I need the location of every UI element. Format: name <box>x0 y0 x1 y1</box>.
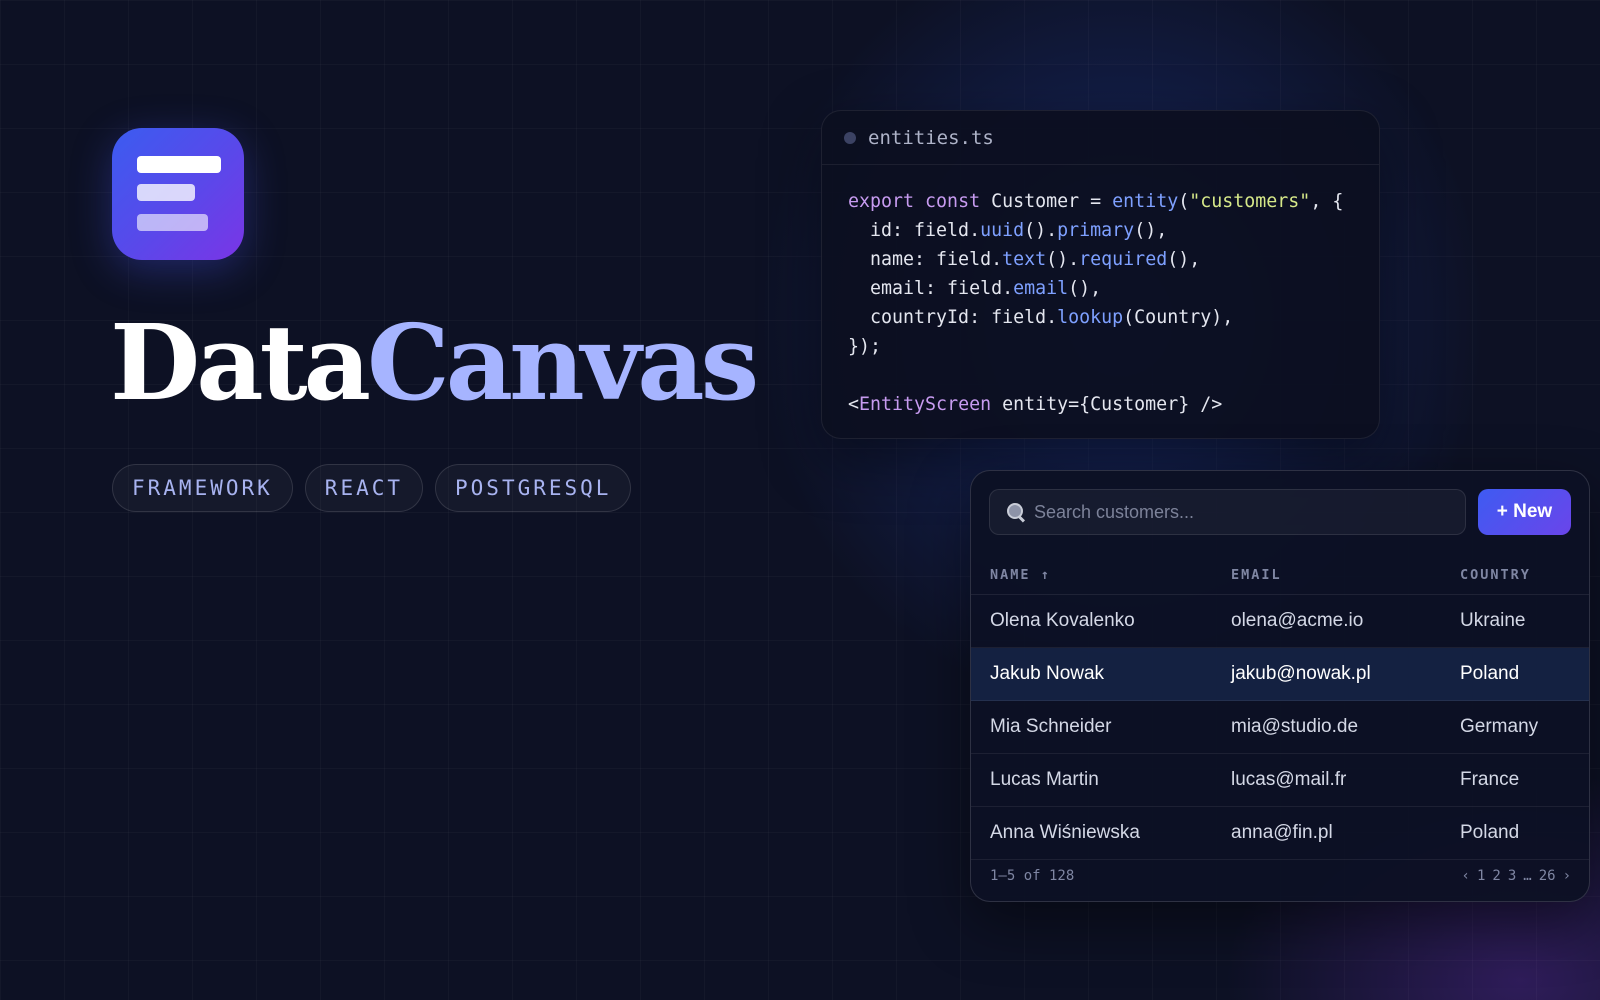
code-token: email <box>1013 278 1069 299</box>
logo-bar-top <box>137 156 221 173</box>
code-token: entity={Customer} /> <box>991 394 1223 415</box>
code-line: email: field.email(), <box>848 274 1353 303</box>
code-token: (), <box>1167 249 1201 270</box>
pagination-ellipsis: … <box>1523 868 1532 884</box>
page-3-link[interactable]: 3 <box>1508 868 1516 884</box>
column-header-email[interactable]: EMAIL <box>1231 567 1282 583</box>
table-header: NAME ↑ EMAIL COUNTRY <box>971 559 1589 595</box>
code-token: entity <box>1112 191 1179 212</box>
prev-page-icon[interactable]: ‹ <box>1462 868 1470 884</box>
table-body: Olena Kovalenko olena@acme.io Ukraine Ja… <box>971 595 1589 860</box>
code-line: export const Customer = entity("customer… <box>848 187 1353 216</box>
code-token: Customer = <box>991 191 1113 212</box>
app-logo <box>112 128 244 260</box>
table-row[interactable]: Lucas Martin lucas@mail.fr France <box>971 754 1589 807</box>
column-header-name[interactable]: NAME ↑ <box>990 567 1051 583</box>
code-editor-header: entities.ts <box>822 111 1379 165</box>
product-title: DataCanvas <box>110 308 759 417</box>
cell-country: France <box>1460 769 1520 790</box>
code-token: export <box>848 191 926 212</box>
code-line: }); <box>848 332 1353 361</box>
column-header-country[interactable]: COUNTRY <box>1460 567 1531 583</box>
tag-framework: FRAMEWORK <box>112 464 293 512</box>
code-token: (), <box>1068 278 1102 299</box>
title-part-data: Data <box>110 301 371 424</box>
code-line: countryId: field.lookup(Country), <box>848 303 1353 332</box>
table-row[interactable]: Olena Kovalenko olena@acme.io Ukraine <box>971 595 1589 648</box>
cell-name: Jakub Nowak <box>990 663 1105 684</box>
code-token: (), <box>1134 220 1168 241</box>
code-token: EntityScreen <box>859 394 992 415</box>
code-token: required <box>1079 249 1168 270</box>
table-row[interactable]: Jakub Nowak jakub@nowak.pl Poland <box>971 648 1589 701</box>
code-token: countryId: field. <box>848 307 1058 328</box>
code-editor-card: entities.ts export const Customer = enti… <box>821 110 1380 439</box>
table-footer: 1–5 of 128 ‹ 1 2 3 … 26 › <box>971 860 1589 901</box>
customer-table-card: + New NAME ↑ EMAIL COUNTRY Olena Kovalen… <box>970 470 1590 902</box>
dot-icon <box>844 131 856 144</box>
code-token: lookup <box>1057 307 1124 328</box>
cell-email: lucas@mail.fr <box>1231 769 1347 790</box>
table-row[interactable]: Mia Schneider mia@studio.de Germany <box>971 701 1589 754</box>
code-token: uuid <box>980 220 1025 241</box>
cell-email: mia@studio.de <box>1231 716 1359 737</box>
search-box[interactable] <box>989 489 1466 535</box>
tag-postgresql: POSTGRESQL <box>435 464 632 512</box>
code-token: < <box>848 394 860 415</box>
cell-name: Anna Wiśniewska <box>990 822 1140 843</box>
page-1-link[interactable]: 1 <box>1477 868 1485 884</box>
cell-country: Poland <box>1460 663 1520 684</box>
code-token: text <box>1002 249 1047 270</box>
code-token: ( <box>1178 191 1190 212</box>
code-token: email: field. <box>848 278 1014 299</box>
search-input[interactable] <box>1034 490 1465 534</box>
new-customer-button[interactable]: + New <box>1478 489 1571 535</box>
code-token: (). <box>1024 220 1058 241</box>
magnifier-icon <box>1006 502 1026 522</box>
pagination-range: 1–5 of 128 <box>990 868 1075 884</box>
cell-country: Poland <box>1460 822 1520 843</box>
cell-name: Lucas Martin <box>990 769 1099 790</box>
cell-email: jakub@nowak.pl <box>1231 663 1371 684</box>
page-26-link[interactable]: 26 <box>1539 868 1556 884</box>
code-block: export const Customer = entity("customer… <box>822 165 1379 438</box>
logo-bar-middle <box>137 184 195 201</box>
table-row[interactable]: Anna Wiśniewska anna@fin.pl Poland <box>971 807 1589 860</box>
cell-name: Olena Kovalenko <box>990 610 1135 631</box>
pagination: ‹ 1 2 3 … 26 › <box>1462 868 1571 884</box>
tag-react: REACT <box>304 464 424 512</box>
cell-country: Ukraine <box>1460 610 1526 631</box>
title-part-canvas: Canvas <box>367 301 759 424</box>
table-toolbar: + New <box>989 489 1571 535</box>
code-token: }); <box>848 336 882 357</box>
logo-bar-bottom <box>137 214 208 231</box>
next-page-icon[interactable]: › <box>1563 868 1571 884</box>
cell-country: Germany <box>1460 716 1539 737</box>
code-line: <EntityScreen entity={Customer} /> <box>848 390 1353 419</box>
code-token: const <box>925 191 992 212</box>
code-token: id: field. <box>848 220 981 241</box>
code-token: "customers" <box>1189 191 1311 212</box>
cell-email: olena@acme.io <box>1231 610 1364 631</box>
code-token: primary <box>1057 220 1135 241</box>
code-token: name: field. <box>848 249 1003 270</box>
code-token: (Country), <box>1123 307 1234 328</box>
code-line: name: field.text().required(), <box>848 245 1353 274</box>
code-token: , { <box>1310 191 1344 212</box>
code-token: (). <box>1046 249 1080 270</box>
tag-list: FRAMEWORK REACT POSTGRESQL <box>112 464 632 512</box>
code-line: id: field.uuid().primary(), <box>848 216 1353 245</box>
page-2-link[interactable]: 2 <box>1492 868 1500 884</box>
cell-email: anna@fin.pl <box>1231 822 1333 843</box>
file-name: entities.ts <box>868 126 994 149</box>
cell-name: Mia Schneider <box>990 716 1112 737</box>
